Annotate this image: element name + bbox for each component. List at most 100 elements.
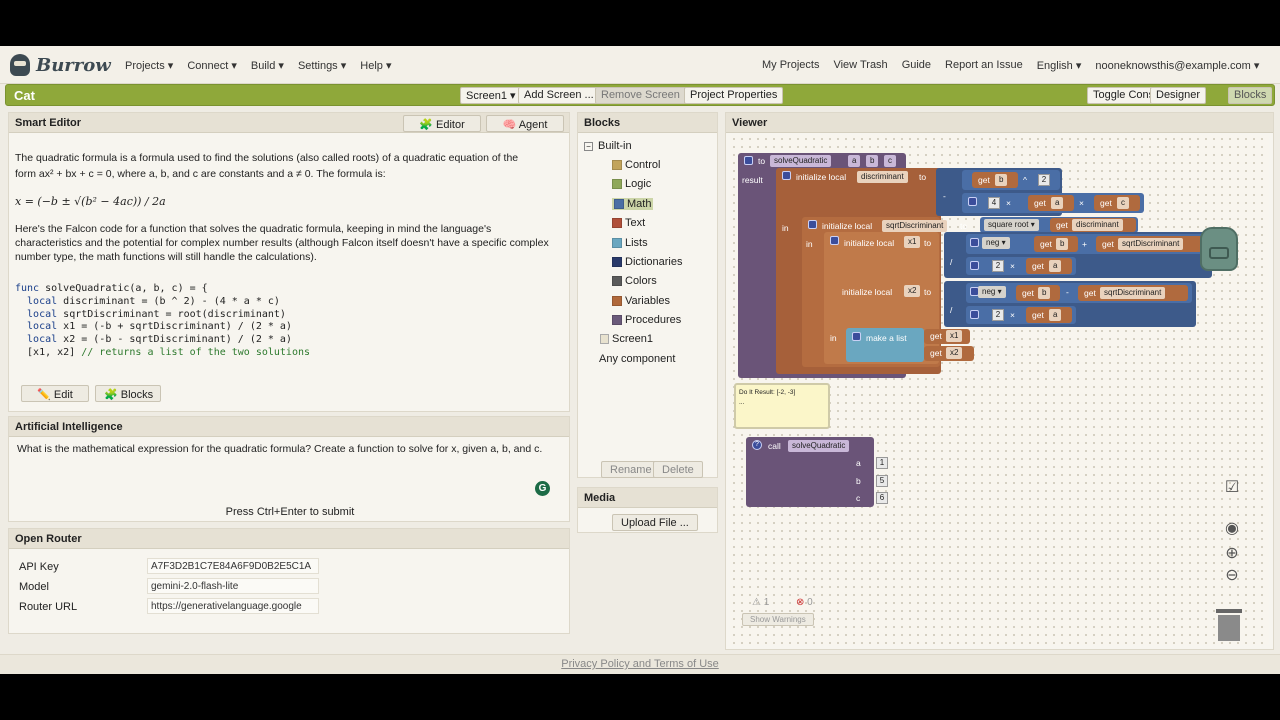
number-2[interactable]: 2 bbox=[1038, 174, 1050, 186]
category-text[interactable]: Text bbox=[612, 217, 645, 229]
param-a[interactable]: a bbox=[848, 155, 861, 167]
init-gear-icon[interactable] bbox=[782, 171, 791, 180]
var-discriminant[interactable]: discriminant bbox=[857, 171, 908, 183]
router-url-input[interactable]: https://generativelanguage.google bbox=[147, 598, 319, 614]
blocks-workspace[interactable]: to solveQuadratic a b c result initializ… bbox=[730, 135, 1269, 645]
delete-button[interactable]: Delete bbox=[653, 461, 703, 478]
arg-b-value[interactable]: 5 bbox=[876, 475, 888, 487]
burrow-logo[interactable]: Burrow bbox=[10, 52, 111, 78]
upload-file-button[interactable]: Upload File ... bbox=[612, 514, 698, 531]
category-math[interactable]: Math bbox=[612, 197, 654, 210]
project-properties-button[interactable]: Project Properties bbox=[684, 87, 784, 104]
blocks-convert-button[interactable]: 🧩 Blocks bbox=[95, 385, 161, 402]
neg-dropdown[interactable]: neg ▾ bbox=[982, 237, 1010, 249]
ai-prompt-input[interactable]: What is the mathematical expression for … bbox=[13, 439, 565, 501]
do-it-result-comment[interactable]: Do It Result: [-2, -3] ... bbox=[734, 383, 830, 429]
show-warnings-button[interactable]: Show Warnings bbox=[742, 613, 814, 626]
category-lists[interactable]: Lists bbox=[612, 237, 648, 249]
backpack-icon[interactable] bbox=[1200, 227, 1238, 271]
var-x2[interactable]: x2 bbox=[904, 285, 921, 297]
link-report-issue[interactable]: Report an Issue bbox=[945, 59, 1023, 71]
get-sqrt-var[interactable]: sqrtDiscriminant bbox=[1100, 287, 1166, 299]
agent-tab-button[interactable]: 🧠 Agent bbox=[486, 115, 564, 132]
menu-settings[interactable]: Settings ▾ bbox=[298, 59, 346, 72]
multiply-gear-icon[interactable] bbox=[970, 261, 979, 270]
warning-indicator[interactable]: ⚠ 1 bbox=[752, 597, 769, 608]
get-b-var[interactable]: b bbox=[1038, 287, 1051, 299]
get-discriminant-var[interactable]: discriminant bbox=[1072, 219, 1123, 231]
category-colors[interactable]: Colors bbox=[612, 275, 657, 287]
paragraph-1a: The quadratic formula is a formula used … bbox=[15, 152, 519, 164]
edit-button[interactable]: ✏️ Edit bbox=[21, 385, 89, 402]
remove-screen-button[interactable]: Remove Screen bbox=[595, 87, 686, 104]
footer-link[interactable]: Privacy Policy and Terms of Use bbox=[0, 654, 1280, 674]
category-dictionaries[interactable]: Dictionaries bbox=[612, 256, 682, 268]
get-b-var[interactable]: b bbox=[1056, 238, 1069, 250]
any-component-node[interactable]: Any component bbox=[599, 353, 675, 365]
rename-button[interactable]: Rename bbox=[601, 461, 661, 478]
designer-button[interactable]: Designer bbox=[1150, 87, 1207, 104]
init-gear-icon[interactable] bbox=[830, 236, 839, 245]
menu-help[interactable]: Help ▾ bbox=[360, 59, 391, 72]
blocks-button[interactable]: Blocks bbox=[1228, 87, 1273, 104]
number-2[interactable]: 2 bbox=[992, 260, 1004, 272]
category-label: Lists bbox=[625, 236, 648, 249]
screen1-tree-node[interactable]: Screen1 bbox=[600, 333, 653, 345]
get-x1-var[interactable]: x1 bbox=[946, 330, 963, 342]
screen-select[interactable]: Screen1 ▾ bbox=[460, 87, 522, 104]
add-gear-icon[interactable] bbox=[970, 238, 979, 247]
grammarly-icon[interactable]: G bbox=[535, 481, 550, 496]
menu-projects[interactable]: Projects ▾ bbox=[125, 59, 173, 72]
collapse-icon[interactable]: − bbox=[584, 142, 593, 151]
get-a-var[interactable]: a bbox=[1051, 197, 1064, 209]
proc-name-field[interactable]: solveQuadratic bbox=[770, 155, 832, 167]
editor-tab-button[interactable]: 🧩 Editor bbox=[403, 115, 481, 132]
checklist-icon[interactable]: ☑ bbox=[1222, 477, 1242, 497]
get-label: get bbox=[1040, 239, 1052, 249]
neg-dropdown[interactable]: neg ▾ bbox=[978, 286, 1006, 298]
get-a-var[interactable]: a bbox=[1049, 309, 1062, 321]
category-variables[interactable]: Variables bbox=[612, 295, 670, 307]
param-c[interactable]: c bbox=[884, 155, 896, 167]
link-my-projects[interactable]: My Projects bbox=[762, 59, 819, 71]
get-b-var[interactable]: b bbox=[995, 174, 1008, 186]
language-menu[interactable]: English ▾ bbox=[1037, 59, 1082, 72]
get-a-var[interactable]: a bbox=[1049, 260, 1062, 272]
category-procedures[interactable]: Procedures bbox=[612, 314, 681, 326]
var-sqrt-discriminant[interactable]: sqrtDiscriminant bbox=[882, 220, 948, 232]
api-key-input[interactable]: A7F3D2B1C7E84A6F9D0B2E5C1A bbox=[147, 558, 319, 574]
zoom-out-icon[interactable]: ⊖ bbox=[1222, 565, 1242, 585]
category-logic[interactable]: Logic bbox=[612, 178, 651, 190]
multiply-gear-icon[interactable] bbox=[970, 310, 979, 319]
model-input[interactable]: gemini-2.0-flash-lite bbox=[147, 578, 319, 594]
recenter-icon[interactable]: ◉ bbox=[1222, 518, 1242, 538]
menu-connect[interactable]: Connect ▾ bbox=[187, 59, 237, 72]
mutator-gear-icon[interactable] bbox=[744, 156, 753, 165]
account-email-menu[interactable]: nooneknowsthis@example.com ▾ bbox=[1095, 59, 1259, 72]
category-control[interactable]: Control bbox=[612, 159, 660, 171]
get-sqrt-var[interactable]: sqrtDiscriminant bbox=[1118, 238, 1184, 250]
init-gear-icon[interactable] bbox=[808, 220, 817, 229]
app-window: Burrow Projects ▾ Connect ▾ Build ▾ Sett… bbox=[0, 46, 1280, 674]
list-gear-icon[interactable] bbox=[852, 332, 861, 341]
param-b[interactable]: b bbox=[866, 155, 879, 167]
number-4[interactable]: 4 bbox=[988, 197, 1000, 209]
number-2[interactable]: 2 bbox=[992, 309, 1004, 321]
link-view-trash[interactable]: View Trash bbox=[833, 59, 887, 71]
var-x1[interactable]: x1 bbox=[904, 236, 921, 248]
add-screen-button[interactable]: Add Screen ... bbox=[518, 87, 600, 104]
multiply-gear-icon[interactable] bbox=[968, 197, 977, 206]
link-guide[interactable]: Guide bbox=[902, 59, 931, 71]
zoom-in-icon[interactable]: ⊕ bbox=[1222, 543, 1242, 563]
arg-c-value[interactable]: 6 bbox=[876, 492, 888, 504]
trash-icon[interactable] bbox=[1216, 609, 1242, 641]
arg-a-value[interactable]: 1 bbox=[876, 457, 888, 469]
error-indicator[interactable]: ⊗ 0 bbox=[796, 597, 813, 608]
get-x2-var[interactable]: x2 bbox=[946, 347, 963, 359]
get-c-var[interactable]: c bbox=[1117, 197, 1129, 209]
help-icon[interactable]: ? bbox=[752, 440, 762, 450]
menu-build[interactable]: Build ▾ bbox=[251, 59, 284, 72]
builtin-tree-node[interactable]: − Built-in bbox=[584, 140, 632, 152]
sqrt-dropdown[interactable]: square root ▾ bbox=[984, 219, 1039, 231]
call-proc-name-dropdown[interactable]: solveQuadratic bbox=[788, 440, 850, 452]
